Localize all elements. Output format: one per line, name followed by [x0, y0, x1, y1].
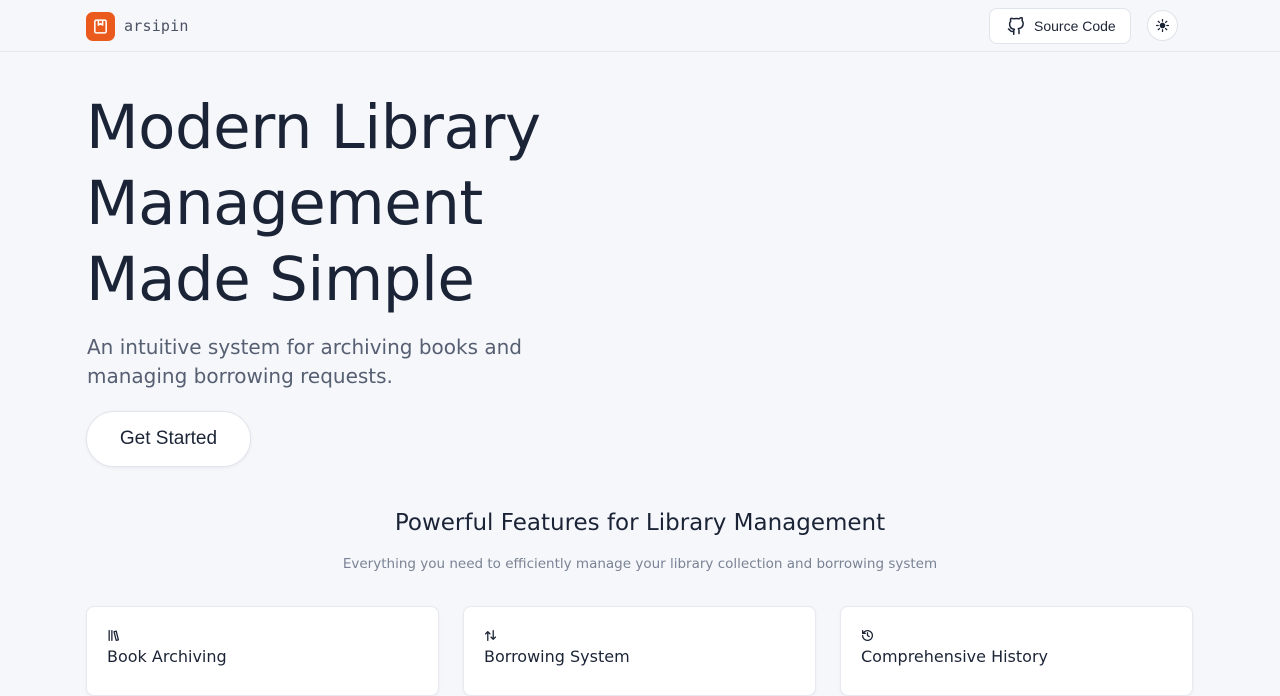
feature-card-title: Borrowing System	[484, 647, 630, 666]
features-subheading: Everything you need to efficiently manag…	[342, 556, 938, 572]
github-icon	[1007, 17, 1025, 35]
theme-toggle-button[interactable]	[1147, 10, 1178, 41]
sun-icon	[1156, 19, 1169, 32]
arrows-swap-icon	[484, 627, 498, 642]
source-code-button[interactable]: Source Code	[989, 8, 1131, 44]
features-heading: Powerful Features for Library Management	[394, 510, 886, 536]
logo-icon[interactable]	[86, 12, 115, 41]
hero-title-line-1: Modern Library	[86, 92, 541, 163]
history-icon	[861, 627, 875, 641]
hero-title-line-3: Made Simple	[86, 244, 475, 315]
hero-title-line-2: Management	[86, 168, 483, 239]
hero-title: Modern Library Management Made Simple	[86, 90, 646, 318]
brand-name[interactable]: arsipin	[124, 17, 189, 35]
source-code-label: Source Code	[1034, 18, 1116, 34]
hero-subtitle: An intuitive system for archiving books …	[87, 335, 522, 388]
library-books-icon	[107, 627, 121, 642]
feature-card-title: Book Archiving	[107, 647, 227, 666]
get-started-button[interactable]: Get Started	[86, 411, 251, 467]
feature-card-comprehensive-history: Comprehensive History	[840, 606, 1193, 696]
feature-card-title: Comprehensive History	[861, 647, 1048, 666]
feature-card-book-archiving: Book Archiving	[86, 606, 439, 696]
top-navbar: arsipin Source Code	[0, 0, 1280, 52]
feature-card-borrowing-system: Borrowing System	[463, 606, 816, 696]
